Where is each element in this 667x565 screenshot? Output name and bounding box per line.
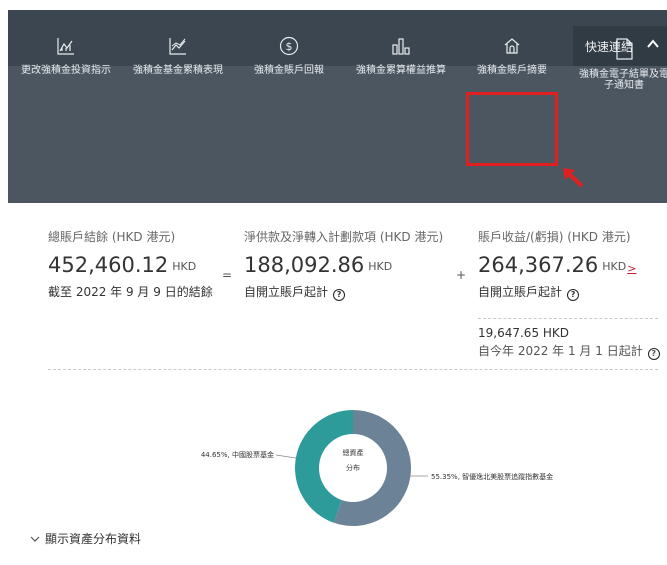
page: 快速連結 更改強積金投資指示 強積金基金累積表現 $ 強積金賬戶回報 強積金累算… (0, 0, 667, 565)
ytd-gain-since-text: 自今年 2022 年 1 月 1 日起計 (478, 344, 643, 358)
label-leader-0 (275, 454, 297, 459)
nav-label: 強積金電子結單及電子通知書 (579, 69, 667, 91)
nav-label: 強積金基金累積表現 (133, 65, 223, 76)
help-icon[interactable]: ? (647, 348, 660, 360)
bar-chart-icon (392, 38, 410, 55)
home-icon (504, 38, 520, 54)
net-contribution-amount: 188,092.86 HKD (244, 253, 443, 277)
svg-text:$: $ (286, 40, 293, 53)
account-gain-amount: 264,367.26 HKD> (478, 253, 636, 277)
total-balance-label: 總賬戶結餘 (HKD 港元) (48, 230, 176, 244)
nav-e-statement[interactable]: 強積金電子結單及電子通知書 (572, 38, 667, 128)
nav-account-return[interactable]: $ 強積金賬戶回報 (237, 36, 341, 126)
chart-center-title-1: 總資產 (343, 448, 364, 457)
total-balance-block: 總賬戶結餘 (HKD 港元) 452,460.12 HKD 截至 2022 年 9… (48, 228, 213, 300)
total-balance-value: 452,460.12 (48, 253, 169, 277)
ytd-gain-value: 19,647.65 HKD (478, 326, 570, 340)
nav-label: 強積金賬戶回報 (254, 65, 324, 76)
account-gain-link[interactable]: > (627, 262, 636, 275)
net-contribution-block: 淨供款及淨轉入計劃款項 (HKD 港元) 188,092.86 HKD 自開立賬戶… (244, 228, 443, 301)
nav-label: 強積金賬戶摘要 (477, 65, 547, 76)
account-gain-block: 賬戶收益/(虧損) (HKD 港元) 264,367.26 HKD> 自開立賬戶起… (478, 228, 636, 301)
ytd-gain-block: 19,647.65 HKD 自今年 2022 年 1 月 1 日起計? (478, 326, 660, 360)
net-contribution-since-text: 自開立賬戶起計 (244, 285, 329, 299)
account-gain-value: 264,367.26 (478, 253, 599, 277)
slice-label-1: 55.35%, 智優逸北美股票追蹤指數基金 (431, 472, 553, 481)
account-gain-since: 自開立賬戶起計? (478, 283, 636, 301)
slice-label-0: 44.65%, 中國股票基金 (201, 450, 274, 459)
equals-sign: = (222, 268, 233, 282)
net-contribution-unit: HKD (368, 260, 393, 273)
account-gain-label: 賬戶收益/(虧損) (HKD 港元) (478, 230, 631, 244)
help-icon[interactable]: ? (333, 289, 346, 301)
divider (478, 318, 658, 319)
nav-change-investment-instruction[interactable]: 更改強積金投資指示 (14, 36, 118, 126)
chevron-down-icon (30, 536, 40, 542)
net-contribution-value: 188,092.86 (244, 253, 365, 277)
nav-fund-performance[interactable]: 強積金基金累積表現 (126, 36, 230, 126)
nav-benefit-projection[interactable]: 強積金累算權益推算 (349, 36, 453, 126)
show-allocation-label: 顯示資產分布資料 (45, 532, 142, 546)
ytd-gain-since: 自今年 2022 年 1 月 1 日起計? (478, 342, 660, 360)
document-icon (616, 38, 633, 60)
total-balance-amount: 452,460.12 HKD (48, 253, 213, 277)
nav-label: 強積金累算權益推算 (356, 65, 446, 76)
net-contribution-label: 淨供款及淨轉入計劃款項 (HKD 港元) (244, 230, 444, 244)
total-balance-unit: HKD (172, 260, 197, 273)
plus-sign: + (456, 268, 467, 282)
help-icon[interactable]: ? (567, 289, 580, 301)
total-balance-date: 截至 2022 年 9 月 9 日的結餘 (48, 285, 213, 299)
line-chart-icon (169, 38, 186, 55)
account-gain-unit: HKD (602, 260, 627, 273)
nav-account-summary[interactable]: 強積金賬戶摘要 (460, 36, 564, 126)
chart-center-title-2: 分布 (346, 463, 360, 472)
divider (48, 369, 658, 370)
donut-chart: 總資產 分布 44.65%, 中國股票基金 55.35%, 智優逸北美股票追蹤指數… (201, 410, 553, 526)
asset-allocation-chart: 總資產 分布 44.65%, 中國股票基金 55.35%, 智優逸北美股票追蹤指數… (0, 390, 667, 540)
red-arrow-icon (563, 168, 584, 188)
chart-edit-icon (57, 38, 74, 55)
nav-label: 更改強積金投資指示 (21, 65, 111, 76)
net-contribution-since: 自開立賬戶起計? (244, 283, 443, 301)
show-allocation-toggle[interactable]: 顯示資產分布資料 (30, 530, 141, 547)
account-gain-since-text: 自開立賬戶起計 (478, 285, 563, 299)
dollar-circle-icon: $ (279, 36, 299, 56)
